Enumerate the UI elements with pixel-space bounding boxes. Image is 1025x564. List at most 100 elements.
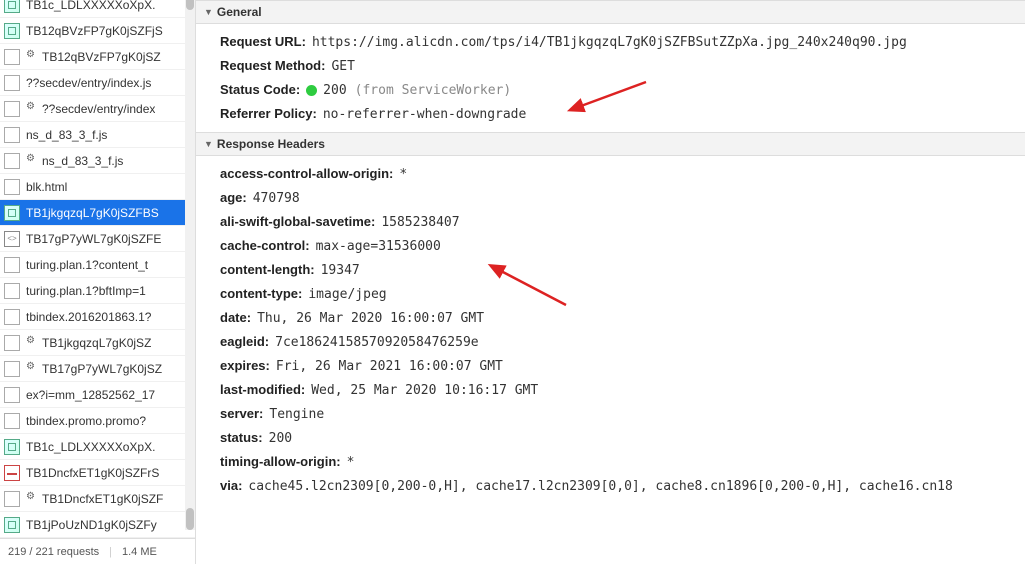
other-icon [4, 75, 20, 91]
section-general-header[interactable]: ▼ General [196, 0, 1025, 24]
response-header-row: date: Thu, 26 Mar 2020 16:00:07 GMT [220, 306, 1025, 330]
value: GET [331, 59, 354, 74]
other-icon [4, 127, 20, 143]
label: Referrer Policy: [220, 106, 317, 121]
other-icon [4, 257, 20, 273]
section-response-body: access-control-allow-origin:*age:470798a… [196, 156, 1025, 504]
request-name: TB1DncfxET1gK0jSZF [42, 492, 163, 506]
request-list-item[interactable]: TB12qBVzFP7gK0jSZFjS [0, 18, 195, 44]
header-name: eagleid: [220, 334, 269, 349]
disclosure-triangle-icon: ▼ [204, 7, 213, 17]
header-value: * [399, 167, 407, 182]
header-name: date: [220, 310, 251, 325]
request-name: tbindex.promo.promo? [26, 414, 146, 428]
request-list-item[interactable]: ??secdev/entry/index [0, 96, 195, 122]
request-list-item[interactable]: tbindex.2016201863.1? [0, 304, 195, 330]
scroll-thumb[interactable] [186, 0, 194, 10]
request-name: tbindex.2016201863.1? [26, 310, 151, 324]
response-header-row: status:200 [220, 426, 1025, 450]
request-name: TB1c_LDLXXXXXoXpX. [26, 0, 155, 12]
request-list-item[interactable]: TB1DncfxET1gK0jSZFrS [0, 460, 195, 486]
response-header-row: via:cache45.l2cn2309[0,200-0,H], cache17… [220, 474, 1025, 498]
response-header-row: last-modified: Wed, 25 Mar 2020 10:16:17 … [220, 378, 1025, 402]
request-count: 219 / 221 requests [8, 546, 99, 558]
transfer-size: 1.4 ME [122, 546, 157, 558]
response-header-row: timing-allow-origin: * [220, 450, 1025, 474]
header-name: via: [220, 478, 242, 493]
disclosure-triangle-icon: ▼ [204, 139, 213, 149]
other-icon [4, 101, 20, 117]
header-value: 19347 [321, 263, 360, 278]
request-list-item[interactable]: ns_d_83_3_f.js [0, 122, 195, 148]
request-list[interactable]: TB1c_LDLXXXXXoXpX. TB12qBVzFP7gK0jSZFjS TB… [0, 0, 195, 538]
request-list-item[interactable]: TB1jPoUzND1gK0jSZFy [0, 512, 195, 538]
request-method-row: Request Method: GET [220, 54, 1025, 78]
response-header-row: expires:Fri, 26 Mar 2021 16:00:07 GMT [220, 354, 1025, 378]
request-list-item[interactable]: ex?i=mm_12852562_17 [0, 382, 195, 408]
request-list-item[interactable]: TB1DncfxET1gK0jSZF [0, 486, 195, 512]
header-value: max-age=31536000 [316, 239, 441, 254]
section-response-header[interactable]: ▼ Response Headers [196, 132, 1025, 156]
header-value: * [347, 455, 355, 470]
request-list-item[interactable]: tbindex.promo.promo? [0, 408, 195, 434]
request-name: TB1c_LDLXXXXXoXpX. [26, 440, 155, 454]
request-name: blk.html [26, 180, 67, 194]
gear-icon [26, 362, 39, 375]
header-name: last-modified: [220, 382, 305, 397]
request-list-item[interactable]: TB1c_LDLXXXXXoXpX. [0, 434, 195, 460]
header-value: Thu, 26 Mar 2020 16:00:07 GMT [257, 311, 484, 326]
request-list-item[interactable]: TB1jkgqzqL7gK0jSZFBS [0, 200, 195, 226]
request-list-item[interactable]: TB17gP7yWL7gK0jSZFE [0, 226, 195, 252]
section-general-body: Request URL: https://img.alicdn.com/tps/… [196, 24, 1025, 132]
image-icon [4, 23, 20, 39]
response-header-row: cache-control: max-age=31536000 [220, 234, 1025, 258]
request-list-item[interactable]: turing.plan.1?bftImp=1 [0, 278, 195, 304]
html-icon [4, 231, 20, 247]
request-statusbar: 219 / 221 requests | 1.4 ME [0, 538, 195, 564]
header-value: Tengine [269, 407, 324, 422]
header-value: Wed, 25 Mar 2020 10:16:17 GMT [311, 383, 538, 398]
request-name: TB1jPoUzND1gK0jSZFy [26, 518, 157, 532]
header-name: content-length: [220, 262, 315, 277]
status-dot-icon [306, 85, 317, 96]
header-value: 470798 [253, 191, 300, 206]
request-list-item[interactable]: TB12qBVzFP7gK0jSZ [0, 44, 195, 70]
request-list-item[interactable]: TB17gP7yWL7gK0jSZ [0, 356, 195, 382]
request-list-item[interactable]: TB1jkgqzqL7gK0jSZ [0, 330, 195, 356]
other-icon [4, 361, 20, 377]
request-list-item[interactable]: turing.plan.1?content_t [0, 252, 195, 278]
response-header-row: server:Tengine [220, 402, 1025, 426]
request-list-item[interactable]: ns_d_83_3_f.js [0, 148, 195, 174]
header-value: 1585238407 [381, 215, 459, 230]
request-list-item[interactable]: blk.html [0, 174, 195, 200]
scroll-thumb[interactable] [186, 508, 194, 530]
header-name: timing-allow-origin: [220, 454, 341, 469]
request-name: turing.plan.1?content_t [26, 258, 148, 272]
request-list-item[interactable]: ??secdev/entry/index.js [0, 70, 195, 96]
scrollbar[interactable] [185, 0, 195, 530]
label: Request URL: [220, 34, 306, 49]
other-icon [4, 335, 20, 351]
request-list-item[interactable]: TB1c_LDLXXXXXoXpX. [0, 0, 195, 18]
request-name: ??secdev/entry/index.js [26, 76, 151, 90]
header-name: cache-control: [220, 238, 310, 253]
request-name: TB12qBVzFP7gK0jSZ [42, 50, 161, 64]
request-name: ??secdev/entry/index [42, 102, 155, 116]
response-header-row: access-control-allow-origin:* [220, 162, 1025, 186]
request-name: turing.plan.1?bftImp=1 [26, 284, 146, 298]
response-header-row: content-length: 19347 [220, 258, 1025, 282]
header-value: 7ce1862415857092058476259e [275, 335, 479, 350]
response-header-row: content-type:image/jpeg [220, 282, 1025, 306]
label: Status Code: [220, 82, 300, 97]
pdf-icon [4, 465, 20, 481]
request-name: ns_d_83_3_f.js [26, 128, 107, 142]
header-value: Fri, 26 Mar 2021 16:00:07 GMT [276, 359, 503, 374]
other-icon [4, 179, 20, 195]
image-icon [4, 205, 20, 221]
separator: | [109, 546, 112, 558]
other-icon [4, 49, 20, 65]
image-icon [4, 517, 20, 533]
gear-icon [26, 102, 39, 115]
gear-icon [26, 336, 39, 349]
status-code-row: Status Code: 200 (from ServiceWorker) [220, 78, 1025, 102]
